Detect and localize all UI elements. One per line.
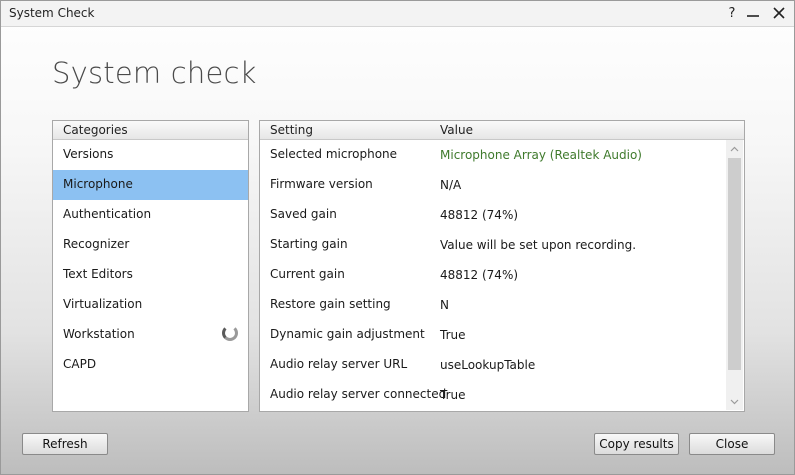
categories-list: Categories Versions Microphone Authentic… xyxy=(52,120,249,412)
minimize-button[interactable] xyxy=(743,3,763,23)
setting-cell: Current gain xyxy=(270,267,345,281)
value-cell: useLookupTable xyxy=(440,358,536,372)
setting-cell: Firmware version xyxy=(270,177,373,191)
close-icon xyxy=(773,7,785,19)
category-label: Authentication xyxy=(63,207,152,221)
help-button[interactable]: ? xyxy=(722,3,742,23)
category-item-capd[interactable]: CAPD xyxy=(53,350,248,380)
category-item-workstation[interactable]: Workstation xyxy=(53,320,248,350)
loading-spinner-icon xyxy=(222,325,238,341)
value-cell: 48812 (74%) xyxy=(440,208,519,222)
page-title: System check xyxy=(52,56,257,90)
setting-cell: Dynamic gain adjustment xyxy=(270,327,425,341)
setting-cell: Audio relay server URL xyxy=(270,357,408,371)
scroll-down-button[interactable] xyxy=(726,393,743,410)
table-row[interactable]: Starting gain Value will be set upon rec… xyxy=(260,230,726,260)
refresh-button[interactable]: Refresh xyxy=(22,433,108,455)
vertical-scrollbar[interactable] xyxy=(726,140,743,410)
categories-header-label: Categories xyxy=(63,123,128,137)
categories-header: Categories xyxy=(53,121,248,140)
setting-cell: Audio relay server connected xyxy=(270,387,447,401)
settings-table: Setting Value Selected microphone Microp… xyxy=(259,120,745,412)
category-item-authentication[interactable]: Authentication xyxy=(53,200,248,230)
category-label: Versions xyxy=(63,147,114,161)
category-label: Virtualization xyxy=(63,297,143,311)
setting-cell: Selected microphone xyxy=(270,147,398,161)
category-label: CAPD xyxy=(63,357,97,371)
table-row[interactable]: Restore gain setting N xyxy=(260,290,726,320)
system-check-window: System Check ? System check Categories V… xyxy=(0,0,795,475)
window-title: System Check xyxy=(9,6,95,20)
category-item-versions[interactable]: Versions xyxy=(53,140,248,170)
table-row[interactable]: Audio relay server connected True xyxy=(260,380,726,410)
settings-header: Setting Value xyxy=(260,121,744,140)
title-bar: System Check ? xyxy=(1,1,794,27)
value-cell: True xyxy=(440,388,466,402)
category-label: Microphone xyxy=(63,177,133,191)
window-close-button[interactable] xyxy=(769,3,789,23)
value-cell: 48812 (74%) xyxy=(440,268,519,282)
category-item-recognizer[interactable]: Recognizer xyxy=(53,230,248,260)
setting-cell: Saved gain xyxy=(270,207,337,221)
category-label: Text Editors xyxy=(63,267,133,281)
category-item-text-editors[interactable]: Text Editors xyxy=(53,260,248,290)
category-label: Recognizer xyxy=(63,237,130,251)
copy-results-button[interactable]: Copy results xyxy=(594,433,679,455)
table-row[interactable]: Current gain 48812 (74%) xyxy=(260,260,726,290)
value-cell: Microphone Array (Realtek Audio) xyxy=(440,148,642,162)
scroll-up-button[interactable] xyxy=(726,140,743,157)
setting-cell: Starting gain xyxy=(270,237,348,251)
table-row[interactable]: Saved gain 48812 (74%) xyxy=(260,200,726,230)
value-cell: N/A xyxy=(440,178,462,192)
scrollbar-thumb[interactable] xyxy=(728,158,741,370)
setting-cell: Restore gain setting xyxy=(270,297,391,311)
minimize-icon xyxy=(747,15,759,17)
value-cell: True xyxy=(440,328,466,342)
chevron-up-icon xyxy=(730,146,739,151)
close-button[interactable]: Close xyxy=(689,433,775,455)
table-row[interactable]: Selected microphone Microphone Array (Re… xyxy=(260,140,726,170)
table-row[interactable]: Firmware version N/A xyxy=(260,170,726,200)
table-row[interactable]: Dynamic gain adjustment True xyxy=(260,320,726,350)
value-cell: N xyxy=(440,298,449,312)
table-row[interactable]: Audio relay server URL useLookupTable xyxy=(260,350,726,380)
category-item-virtualization[interactable]: Virtualization xyxy=(53,290,248,320)
value-cell: Value will be set upon recording. xyxy=(440,238,637,252)
setting-column-header[interactable]: Setting xyxy=(270,121,313,139)
category-label: Workstation xyxy=(63,327,135,341)
chevron-down-icon xyxy=(730,399,739,404)
value-column-header[interactable]: Value xyxy=(440,121,473,139)
category-item-microphone[interactable]: Microphone xyxy=(53,170,248,200)
